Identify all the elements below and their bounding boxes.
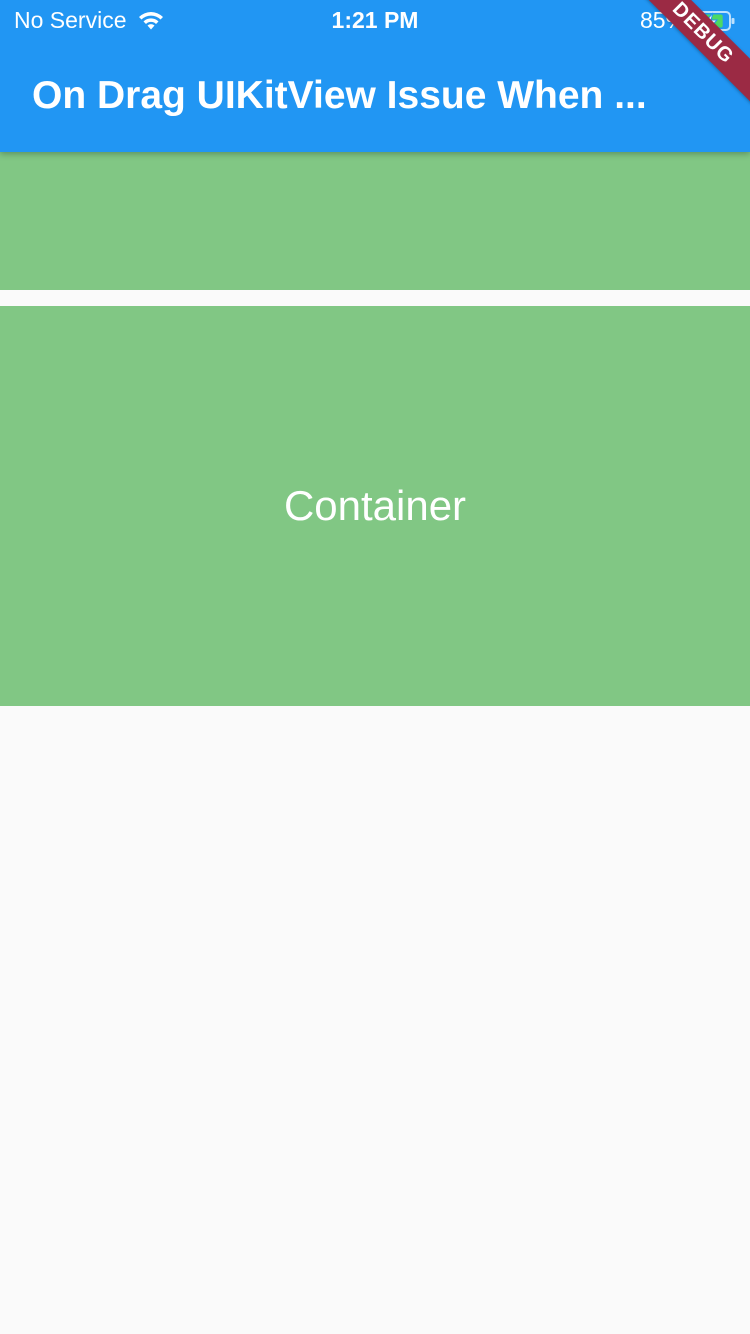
status-time: 1:21 PM bbox=[331, 7, 419, 33]
container-label: Container bbox=[283, 482, 467, 529]
page-title: On Drag UIKitView Issue When ... bbox=[32, 74, 647, 117]
app-bar: No Service 1:21 PM 85% On Drag UIKitView… bbox=[0, 0, 750, 152]
screen: No Service 1:21 PM 85% On Drag UIKitView… bbox=[0, 0, 750, 1334]
container-block[interactable]: Container bbox=[0, 306, 750, 706]
top-green-block bbox=[0, 152, 750, 290]
status-bar: No Service 1:21 PM 85% bbox=[0, 0, 750, 40]
